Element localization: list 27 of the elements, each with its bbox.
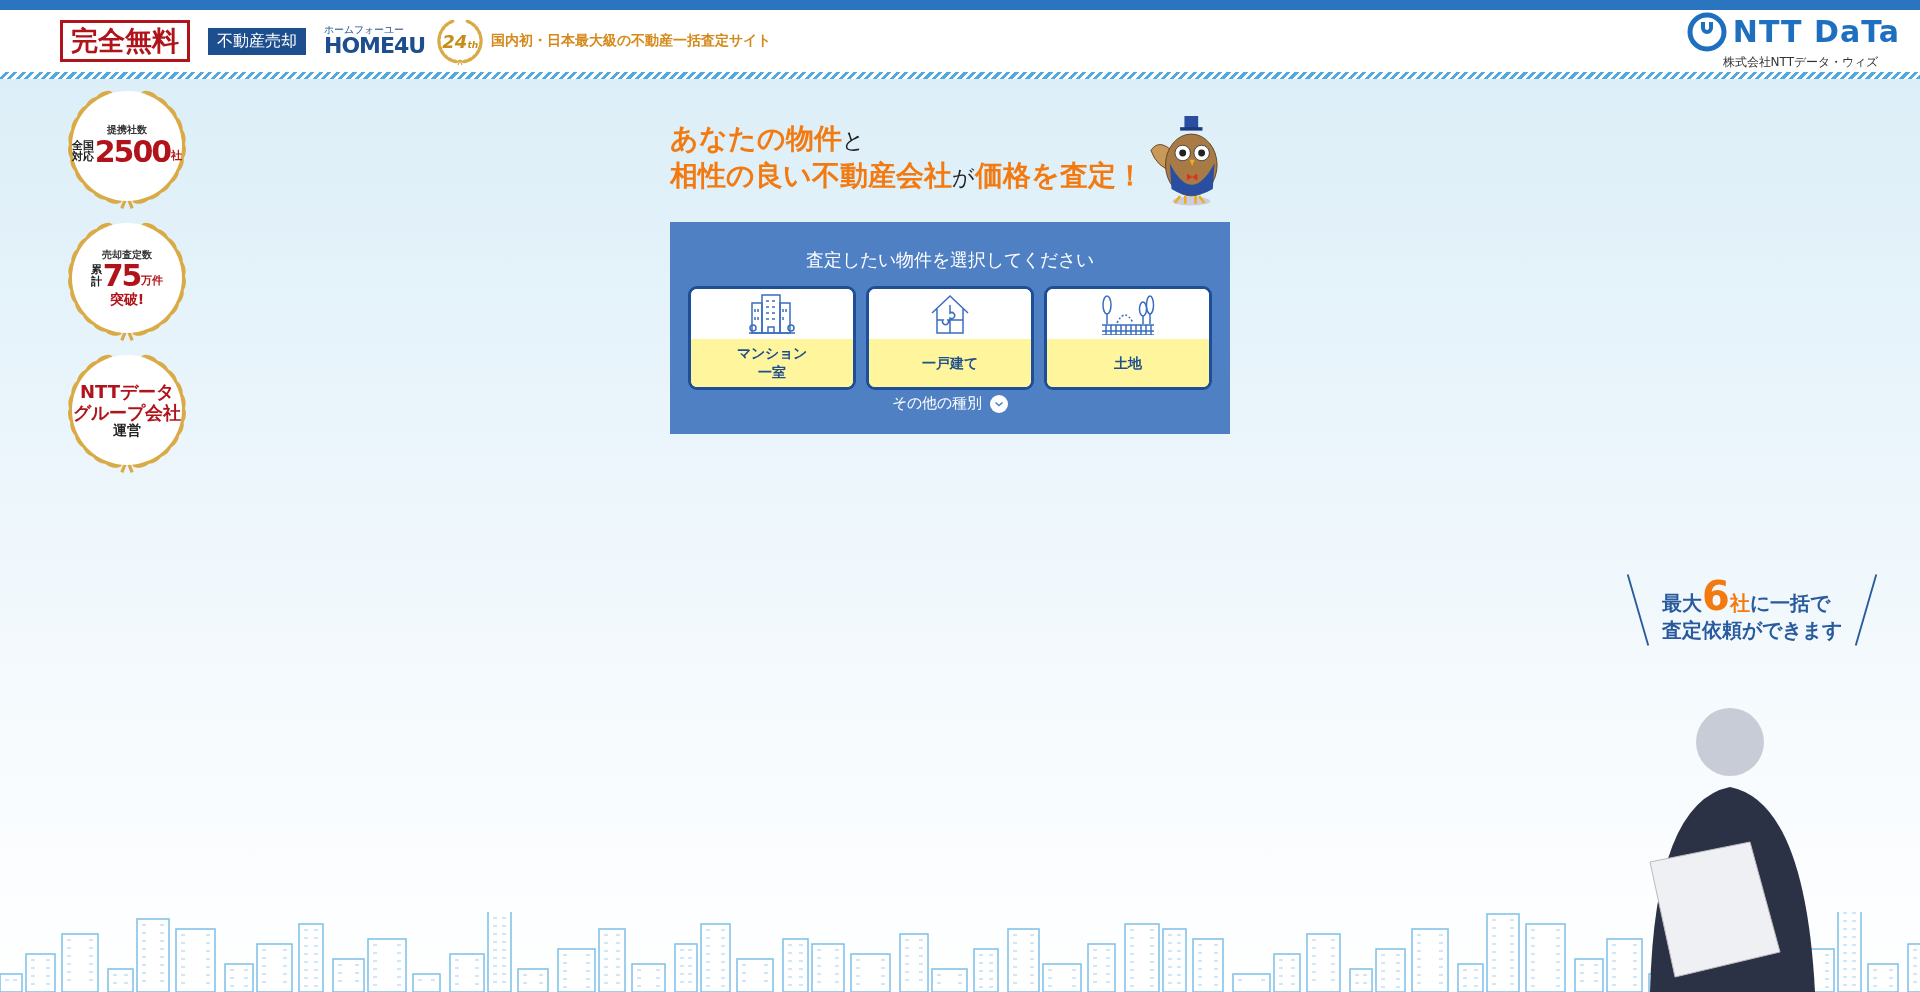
other-types-link[interactable]: その他の種別 — [886, 393, 1014, 414]
company-name: 株式会社NTTデータ・ウィズ — [1722, 53, 1878, 71]
promo-text: 査定依頼ができます — [1662, 617, 1842, 644]
service-label: 不動産売却 — [208, 27, 306, 55]
badge-footer: 突破! — [109, 291, 145, 307]
badge-caption: 売却査定数 — [102, 249, 152, 261]
badge-unit: 万件 — [141, 275, 164, 287]
promo-text: 最大6社に一括で — [1662, 576, 1830, 617]
badge-number: 75 — [102, 260, 141, 292]
property-type-button[interactable]: 土地 — [1044, 286, 1212, 390]
site-tagline: 国内初・日本最大級の不動産一括査定サイト — [491, 32, 772, 50]
selector-title: 査定したい物件を選択してください — [806, 248, 1094, 272]
free-service-badge: 完全無料 — [60, 19, 190, 63]
badge-side-label: 累 計 — [90, 264, 102, 288]
property-type-button[interactable]: 一戸建て — [866, 286, 1034, 390]
badge-title: NTTデータ グループ会社 — [73, 381, 181, 423]
headline: 相性の良い不動産会社が価格を査定！ — [670, 157, 1144, 194]
company-logo[interactable]: NTT DaTa — [1732, 16, 1900, 47]
badge-unit: 社 — [171, 150, 183, 162]
badge-number: 2500 — [94, 135, 171, 167]
logo-reading: ホームフォーユー — [324, 25, 405, 35]
headline: あなたの物件と — [670, 121, 866, 158]
property-type-button[interactable]: マンション 一室 — [688, 286, 856, 390]
badge-caption: 提携社数 — [107, 125, 147, 136]
site-logo[interactable]: HOME4U — [324, 35, 426, 57]
anniversary-mark: 24 th — [442, 30, 479, 52]
badge-footer: 運営 — [113, 423, 141, 439]
